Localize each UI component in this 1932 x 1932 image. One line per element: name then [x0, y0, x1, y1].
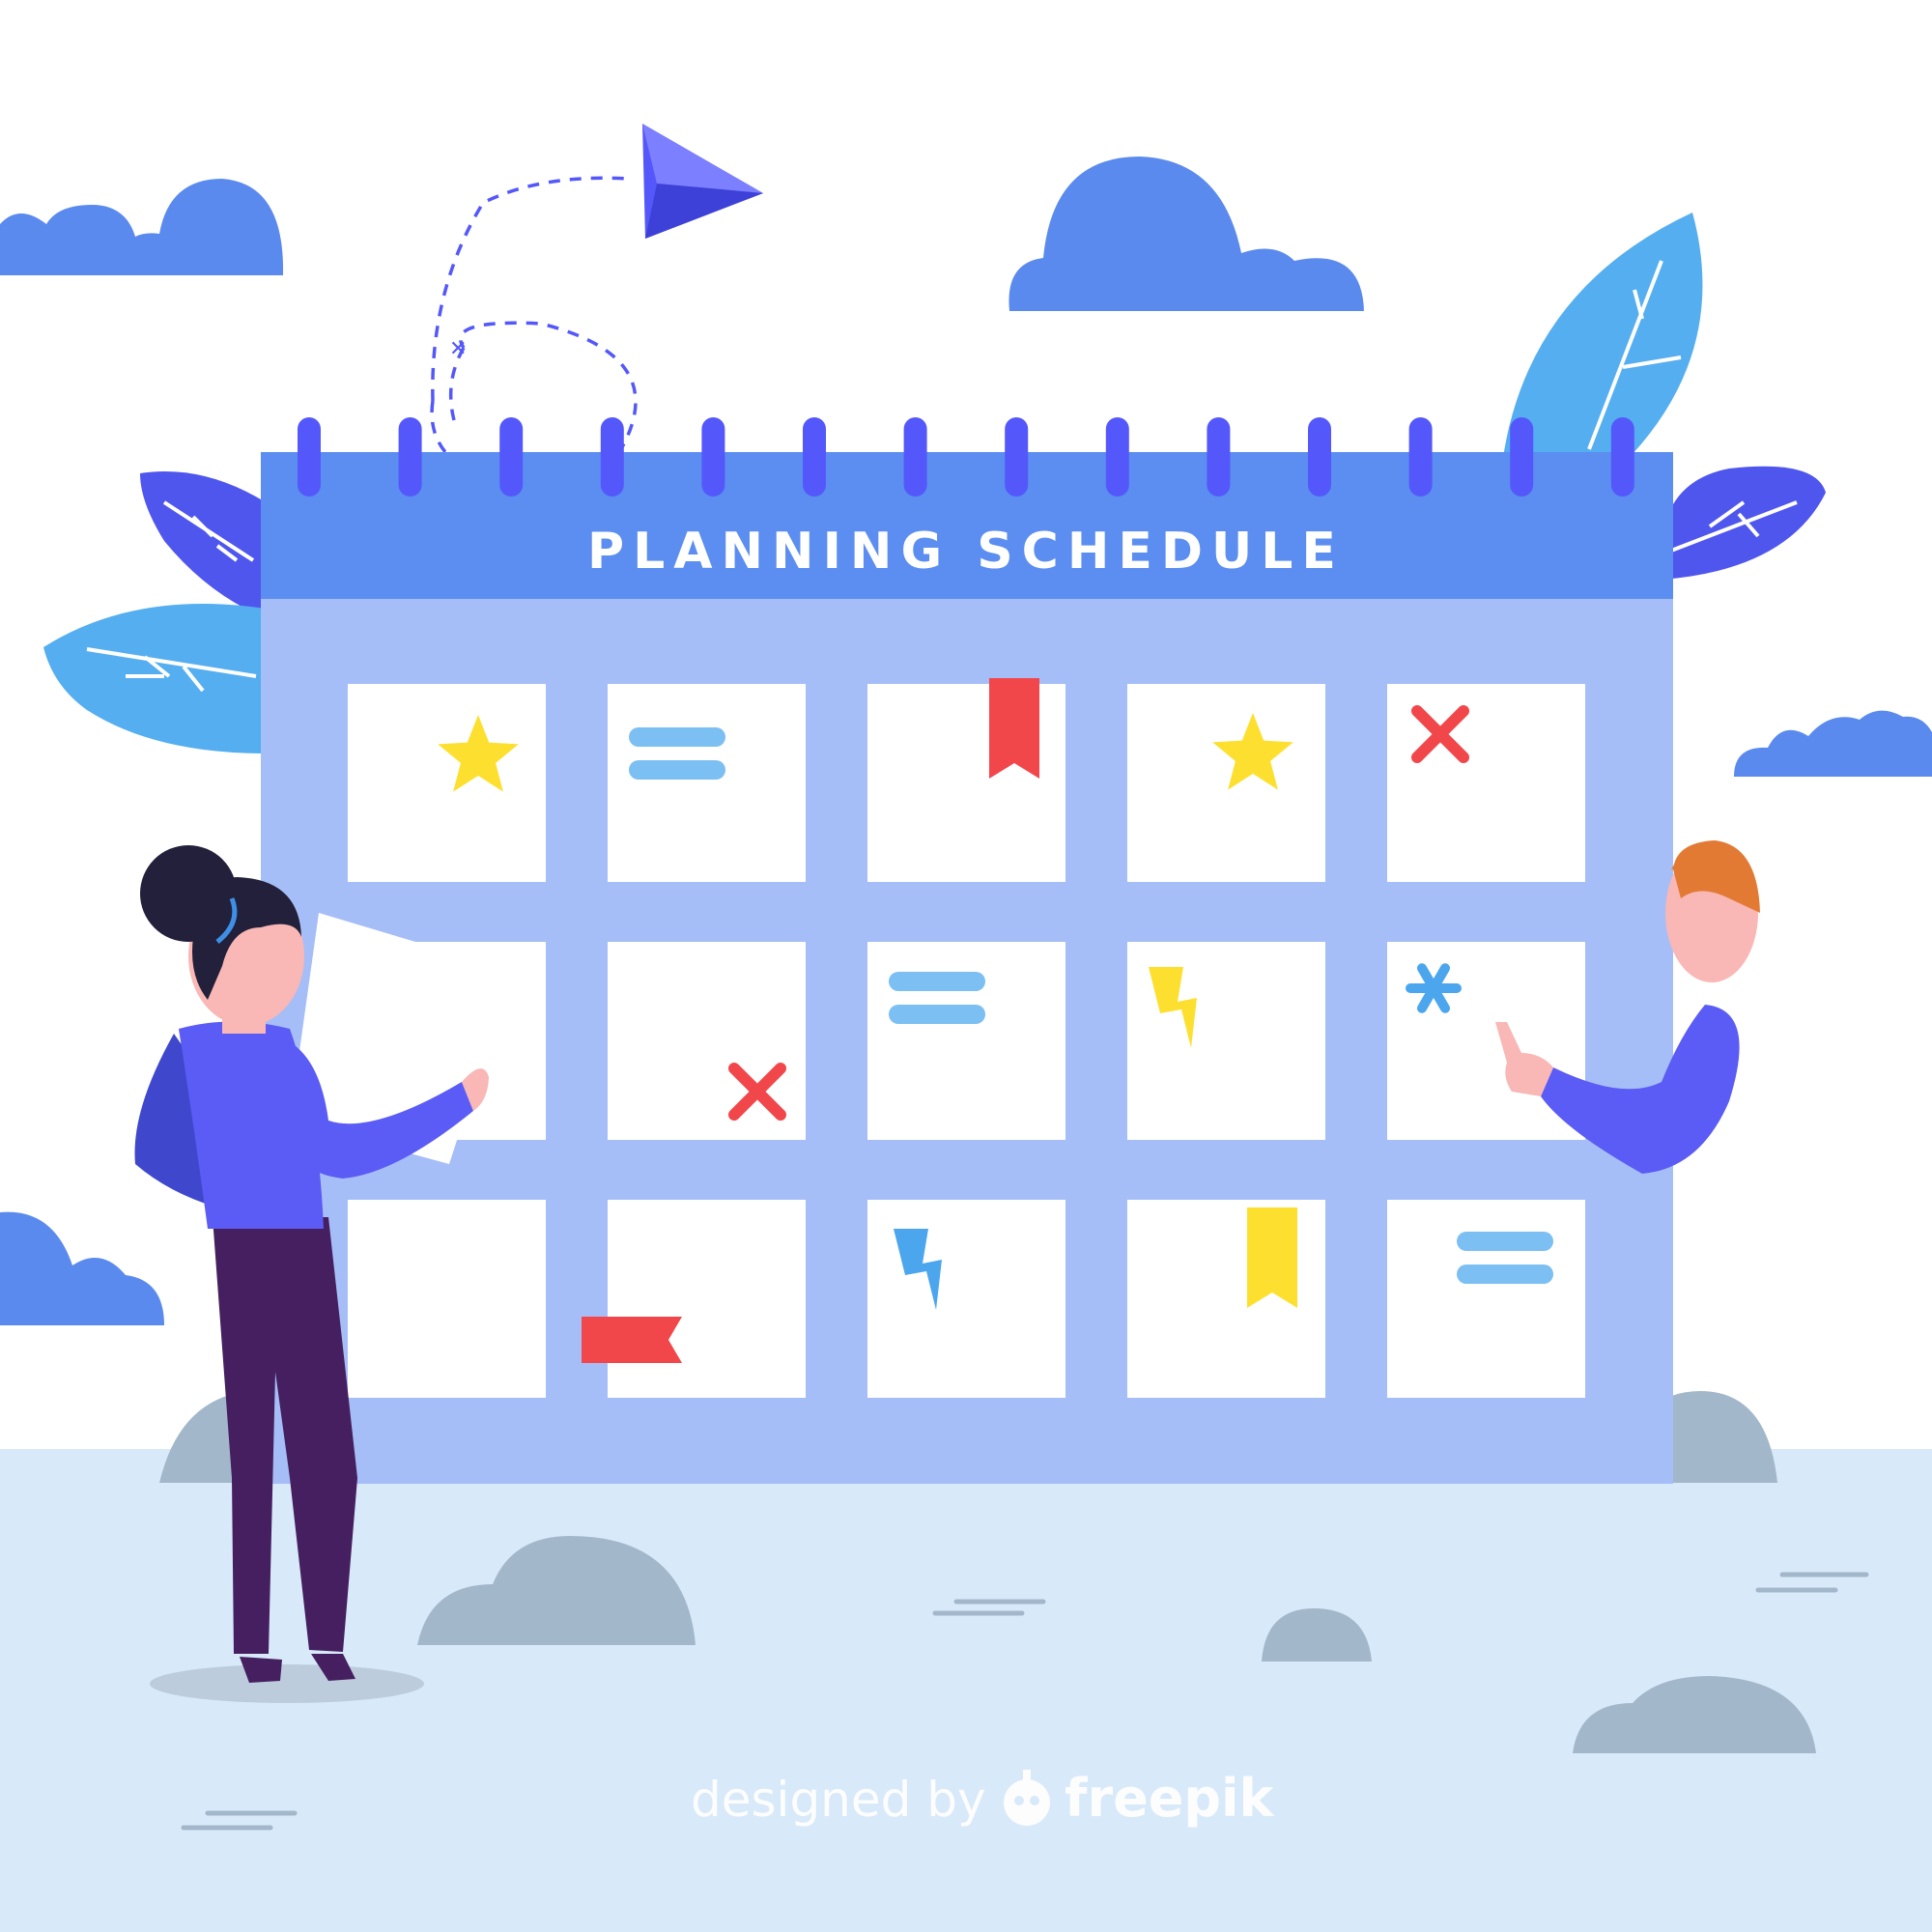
- cloud-top-left: [0, 179, 284, 275]
- woman-shadow: [150, 1664, 424, 1703]
- calendar-title: PLANNING SCHEDULE: [587, 523, 1345, 581]
- calendar-cell-r1-c5: [1387, 684, 1585, 882]
- x-mark-decoration: ✕: [449, 337, 467, 361]
- calendar: PLANNING SCHEDULE: [261, 417, 1673, 1484]
- calendar-cell-r1-c4: [1127, 684, 1325, 882]
- calendar-ring: [903, 417, 927, 497]
- calendar-cell-background: [867, 942, 1065, 1140]
- ribbon-tag-icon: [582, 1317, 682, 1363]
- calendar-cell-r1-c1: [348, 684, 546, 882]
- planning-schedule-illustration: ✕ PLANNING SCHEDULE designed by freepik: [0, 124, 1932, 1932]
- calendar-cell-r1-c2: [608, 684, 806, 882]
- credit-watermark: designed by freepik: [691, 1768, 1275, 1829]
- credit-prefix: designed by: [691, 1772, 986, 1828]
- hair-bun: [140, 845, 237, 942]
- calendar-cell-r3-c4: [1127, 1200, 1325, 1398]
- calendar-ring: [803, 417, 826, 497]
- calendar-grid: [348, 678, 1585, 1398]
- calendar-ring: [1408, 417, 1433, 497]
- calendar-ring: [1510, 417, 1534, 497]
- calendar-ring: [1207, 417, 1231, 497]
- paper-plane-icon: [642, 124, 763, 239]
- cloud-left: [0, 1211, 164, 1325]
- calendar-cell-background: [608, 1200, 806, 1398]
- calendar-cell-r3-c1: [348, 1200, 546, 1398]
- credit-brand: freepik: [1065, 1768, 1275, 1829]
- cloud-top-center: [1009, 156, 1364, 311]
- calendar-cell-background: [348, 1200, 546, 1398]
- calendar-cell-r3-c5: [1387, 1200, 1585, 1398]
- calendar-cell-r3-c2: [582, 1200, 806, 1398]
- calendar-ring: [398, 417, 422, 497]
- calendar-ring: [1005, 417, 1029, 497]
- calendar-ring: [1105, 417, 1129, 497]
- calendar-ring: [1308, 417, 1331, 497]
- leaf-left-dark: [140, 471, 266, 618]
- calendar-ring: [499, 417, 524, 497]
- calendar-cell-r2-c2: [608, 942, 806, 1140]
- calendar-cell-r3-c3: [867, 1200, 1065, 1398]
- leaf-right-dark: [1660, 466, 1826, 580]
- calendar-ring: [298, 417, 321, 497]
- calendar-cell-background: [348, 684, 546, 882]
- calendar-cell-r2-c3: [867, 942, 1065, 1140]
- calendar-cell-r1-c3: [867, 678, 1065, 882]
- calendar-cell-background: [608, 684, 806, 882]
- calendar-cell-r2-c4: [1127, 942, 1325, 1140]
- calendar-ring: [1610, 417, 1634, 497]
- calendar-cell-background: [1127, 684, 1325, 882]
- leaf-left-light: [43, 604, 266, 753]
- calendar-cell-background: [1387, 1200, 1585, 1398]
- cloud-right: [1734, 710, 1932, 777]
- calendar-ring: [600, 417, 624, 497]
- calendar-ring: [701, 417, 725, 497]
